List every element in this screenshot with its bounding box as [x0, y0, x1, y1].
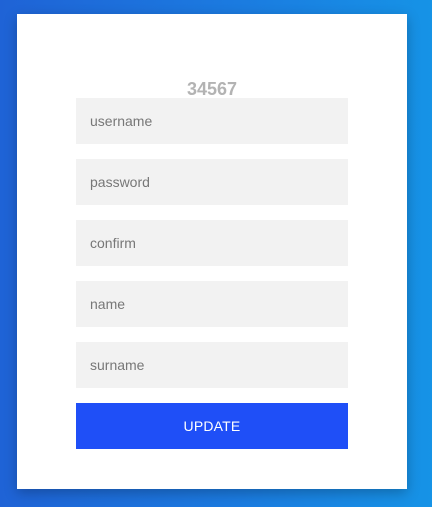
- update-form-card: 34567 UPDATE: [17, 14, 407, 489]
- password-field[interactable]: [76, 159, 348, 205]
- name-field[interactable]: [76, 281, 348, 327]
- update-button[interactable]: UPDATE: [76, 403, 348, 449]
- username-field[interactable]: [76, 98, 348, 144]
- confirm-password-field[interactable]: [76, 220, 348, 266]
- form-title: 34567: [186, 79, 238, 99]
- surname-field[interactable]: [76, 342, 348, 388]
